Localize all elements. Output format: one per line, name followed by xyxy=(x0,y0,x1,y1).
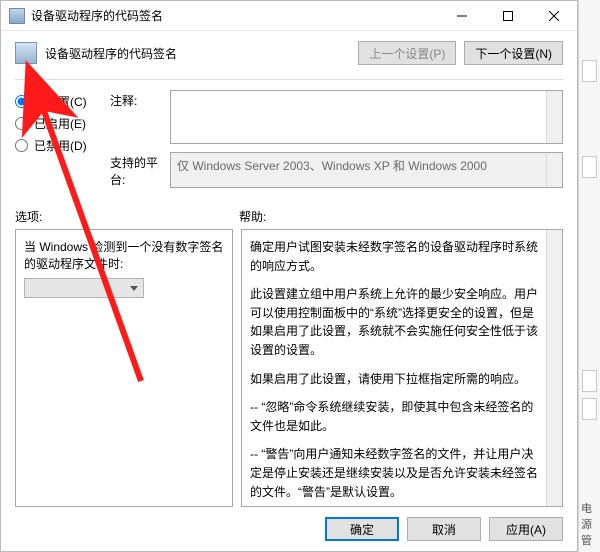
previous-setting-label: 上一个设置(P) xyxy=(369,45,445,62)
app-icon xyxy=(9,8,25,24)
dialog-footer: 确定 取消 应用(A) xyxy=(325,517,563,541)
radio-disabled-label: 已禁用(D) xyxy=(34,137,87,154)
platform-row: 支持的平台: 仅 Windows Server 2003、Windows XP … xyxy=(110,152,563,188)
background-window-strip: 电源管 xyxy=(578,0,600,552)
options-text: 当 Windows 检测到一个没有数字签名的驱动程序文件时: xyxy=(24,238,224,272)
help-paragraph: -- “警告”向用户通知未经数字签名的文件，并让用户决定是停止安装还是继续安装以… xyxy=(250,445,542,501)
options-panel: 当 Windows 检测到一个没有数字签名的驱动程序文件时: xyxy=(15,229,233,507)
dialog-window: 设备驱动程序的代码签名 设备驱动程序的代码签名 上一个设置(P) 下一个设置(N… xyxy=(0,0,578,552)
config-form: 未配置(C) 已启用(E) 已禁用(D) 注释: 支持的平台: 仅 Wi xyxy=(1,80,577,188)
bg-box xyxy=(582,398,597,420)
comment-label: 注释: xyxy=(110,90,170,109)
header: 设备驱动程序的代码签名 上一个设置(P) 下一个设置(N) xyxy=(1,31,577,73)
platform-value: 仅 Windows Server 2003、Windows XP 和 Windo… xyxy=(177,159,487,173)
radio-enabled-input[interactable] xyxy=(15,117,28,130)
panels: 当 Windows 检测到一个没有数字签名的驱动程序文件时: 确定用户试图安装未… xyxy=(1,229,577,507)
comment-textarea[interactable] xyxy=(170,90,563,144)
next-setting-button[interactable]: 下一个设置(N) xyxy=(464,41,563,65)
radio-enabled-label: 已启用(E) xyxy=(34,115,86,132)
radio-group: 未配置(C) 已启用(E) 已禁用(D) xyxy=(15,90,105,156)
radio-not-configured-label: 未配置(C) xyxy=(34,93,87,110)
next-setting-label: 下一个设置(N) xyxy=(475,45,552,62)
help-paragraph: 确定用户试图安装未经数字签名的设备驱动程序时系统的响应方式。 xyxy=(250,238,542,275)
titlebar: 设备驱动程序的代码签名 xyxy=(1,1,577,31)
section-labels: 选项: 帮助: xyxy=(1,196,577,229)
help-paragraph: -- “忽略”命令系统继续安装，即使其中包含未经签名的文件也是如此。 xyxy=(250,398,542,435)
radio-not-configured-input[interactable] xyxy=(15,95,28,108)
maximize-button[interactable] xyxy=(485,1,531,31)
scrollbar-vertical[interactable] xyxy=(546,153,562,187)
window-title: 设备驱动程序的代码签名 xyxy=(31,7,439,24)
scrollbar-vertical[interactable] xyxy=(546,91,562,143)
policy-icon xyxy=(15,42,37,64)
bg-box xyxy=(582,60,597,82)
radio-disabled[interactable]: 已禁用(D) xyxy=(15,134,105,156)
bg-box xyxy=(582,370,597,392)
radio-disabled-input[interactable] xyxy=(15,139,28,152)
supported-platforms: 仅 Windows Server 2003、Windows XP 和 Windo… xyxy=(170,152,563,188)
close-button[interactable] xyxy=(531,1,577,31)
comment-row: 注释: xyxy=(110,90,563,144)
page-title: 设备驱动程序的代码签名 xyxy=(45,45,350,62)
options-section-label: 选项: xyxy=(15,208,239,225)
apply-button[interactable]: 应用(A) xyxy=(489,517,563,541)
bg-label: 电源管 xyxy=(581,500,600,548)
radio-enabled[interactable]: 已启用(E) xyxy=(15,112,105,134)
help-paragraph: 此设置建立组中用户系统上允许的最少安全响应。用户可以使用控制面板中的“系统”选择… xyxy=(250,285,542,359)
scrollbar-vertical[interactable] xyxy=(546,230,562,506)
form-right: 注释: 支持的平台: 仅 Windows Server 2003、Windows… xyxy=(110,90,563,188)
cancel-button[interactable]: 取消 xyxy=(407,517,481,541)
bg-box xyxy=(582,156,597,178)
ok-button[interactable]: 确定 xyxy=(325,517,399,541)
help-panel: 确定用户试图安装未经数字签名的设备驱动程序时系统的响应方式。 此设置建立组中用户… xyxy=(241,229,563,507)
minimize-button[interactable] xyxy=(439,1,485,31)
platform-label: 支持的平台: xyxy=(110,152,170,188)
help-paragraph: 如果启用了此设置，请使用下拉框指定所需的响应。 xyxy=(250,370,542,389)
previous-setting-button[interactable]: 上一个设置(P) xyxy=(358,41,456,65)
help-section-label: 帮助: xyxy=(239,208,563,225)
radio-not-configured[interactable]: 未配置(C) xyxy=(15,90,105,112)
options-dropdown[interactable] xyxy=(24,278,144,298)
